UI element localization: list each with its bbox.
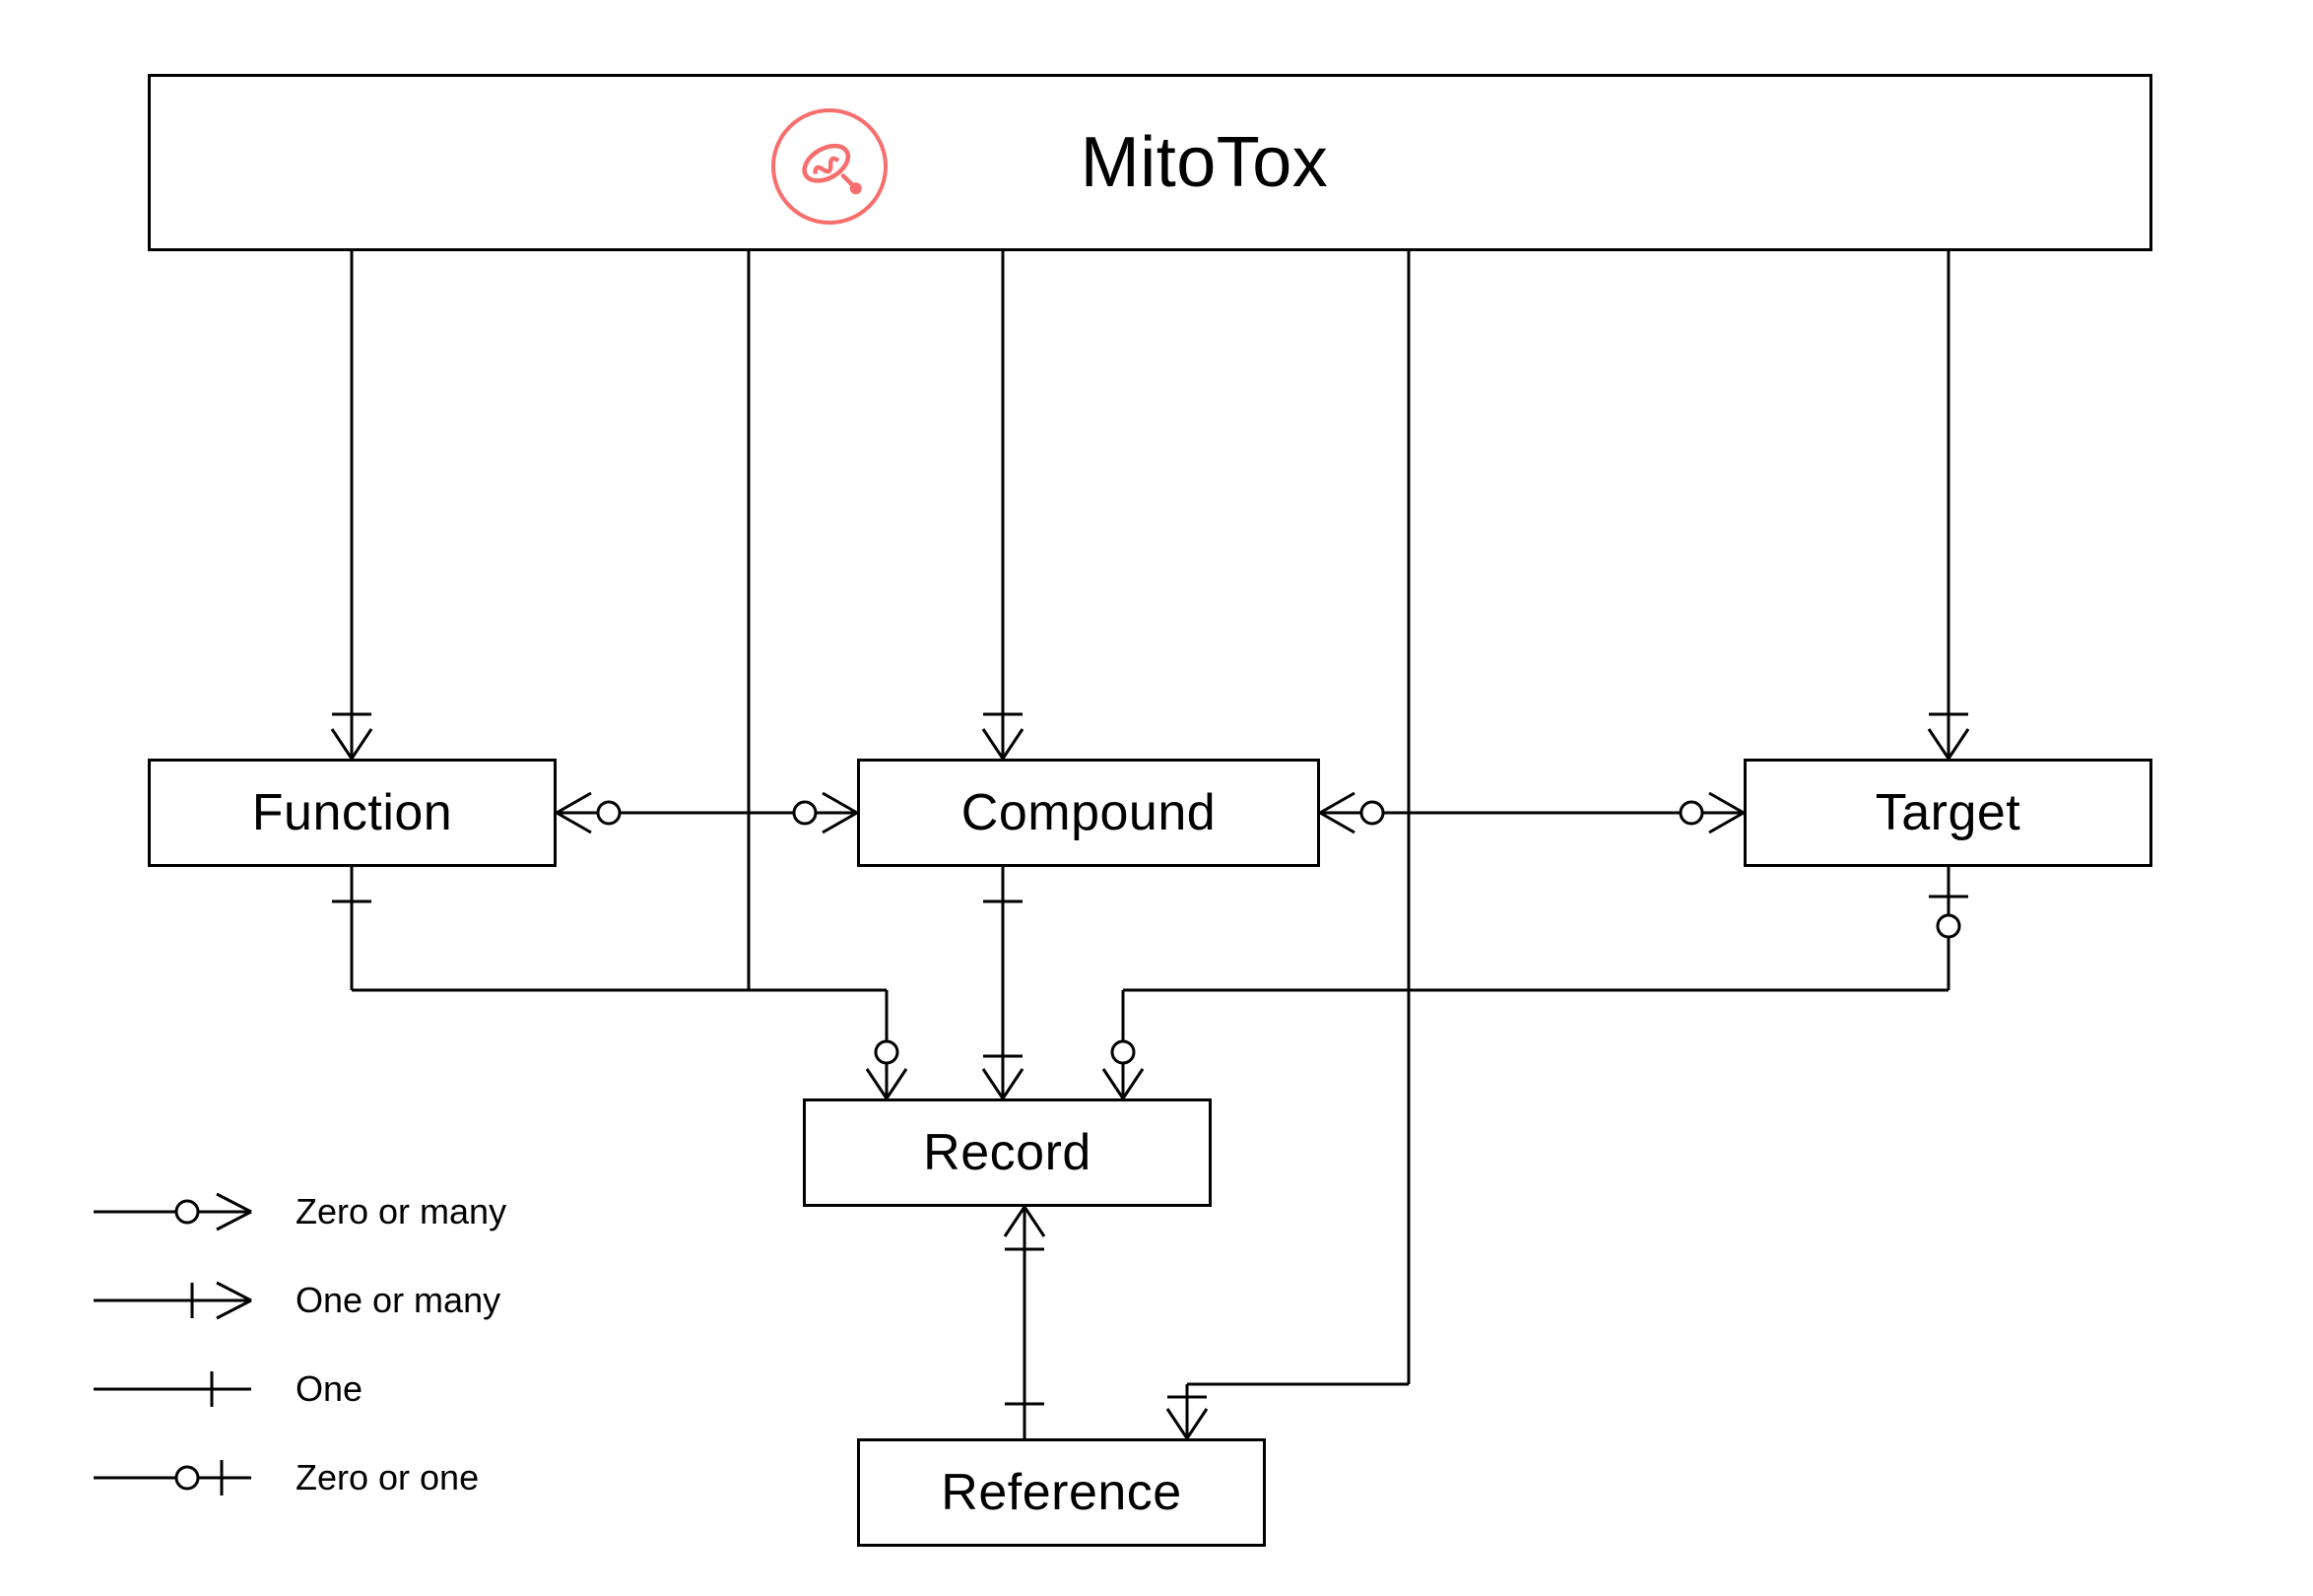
entity-function-label: Function xyxy=(252,783,452,842)
entity-reference: Reference xyxy=(857,1438,1266,1547)
entity-record: Record xyxy=(803,1098,1212,1207)
legend-zero-or-many: Zero or many xyxy=(94,1167,506,1256)
entity-reference-label: Reference xyxy=(941,1463,1181,1522)
legend-one: One xyxy=(94,1345,506,1433)
diagram-title: MitoTox xyxy=(1081,122,1329,203)
entity-compound-label: Compound xyxy=(961,783,1216,842)
legend-one-or-many-label: One or many xyxy=(296,1280,500,1321)
legend: Zero or many One or many One xyxy=(94,1167,506,1522)
entity-function: Function xyxy=(148,759,557,867)
legend-one-or-many: One or many xyxy=(94,1256,506,1345)
entity-target: Target xyxy=(1744,759,2152,867)
legend-zero-or-one-label: Zero or one xyxy=(296,1457,479,1498)
entity-record-label: Record xyxy=(923,1123,1091,1182)
legend-one-label: One xyxy=(296,1368,363,1410)
legend-zero-or-one: Zero or one xyxy=(94,1433,506,1522)
entity-target-label: Target xyxy=(1876,783,2021,842)
mitotox-title-box: MitoTox xyxy=(148,74,2152,251)
mitochondrion-icon xyxy=(771,108,888,225)
entity-compound: Compound xyxy=(857,759,1320,867)
legend-zero-or-many-label: Zero or many xyxy=(296,1191,506,1232)
